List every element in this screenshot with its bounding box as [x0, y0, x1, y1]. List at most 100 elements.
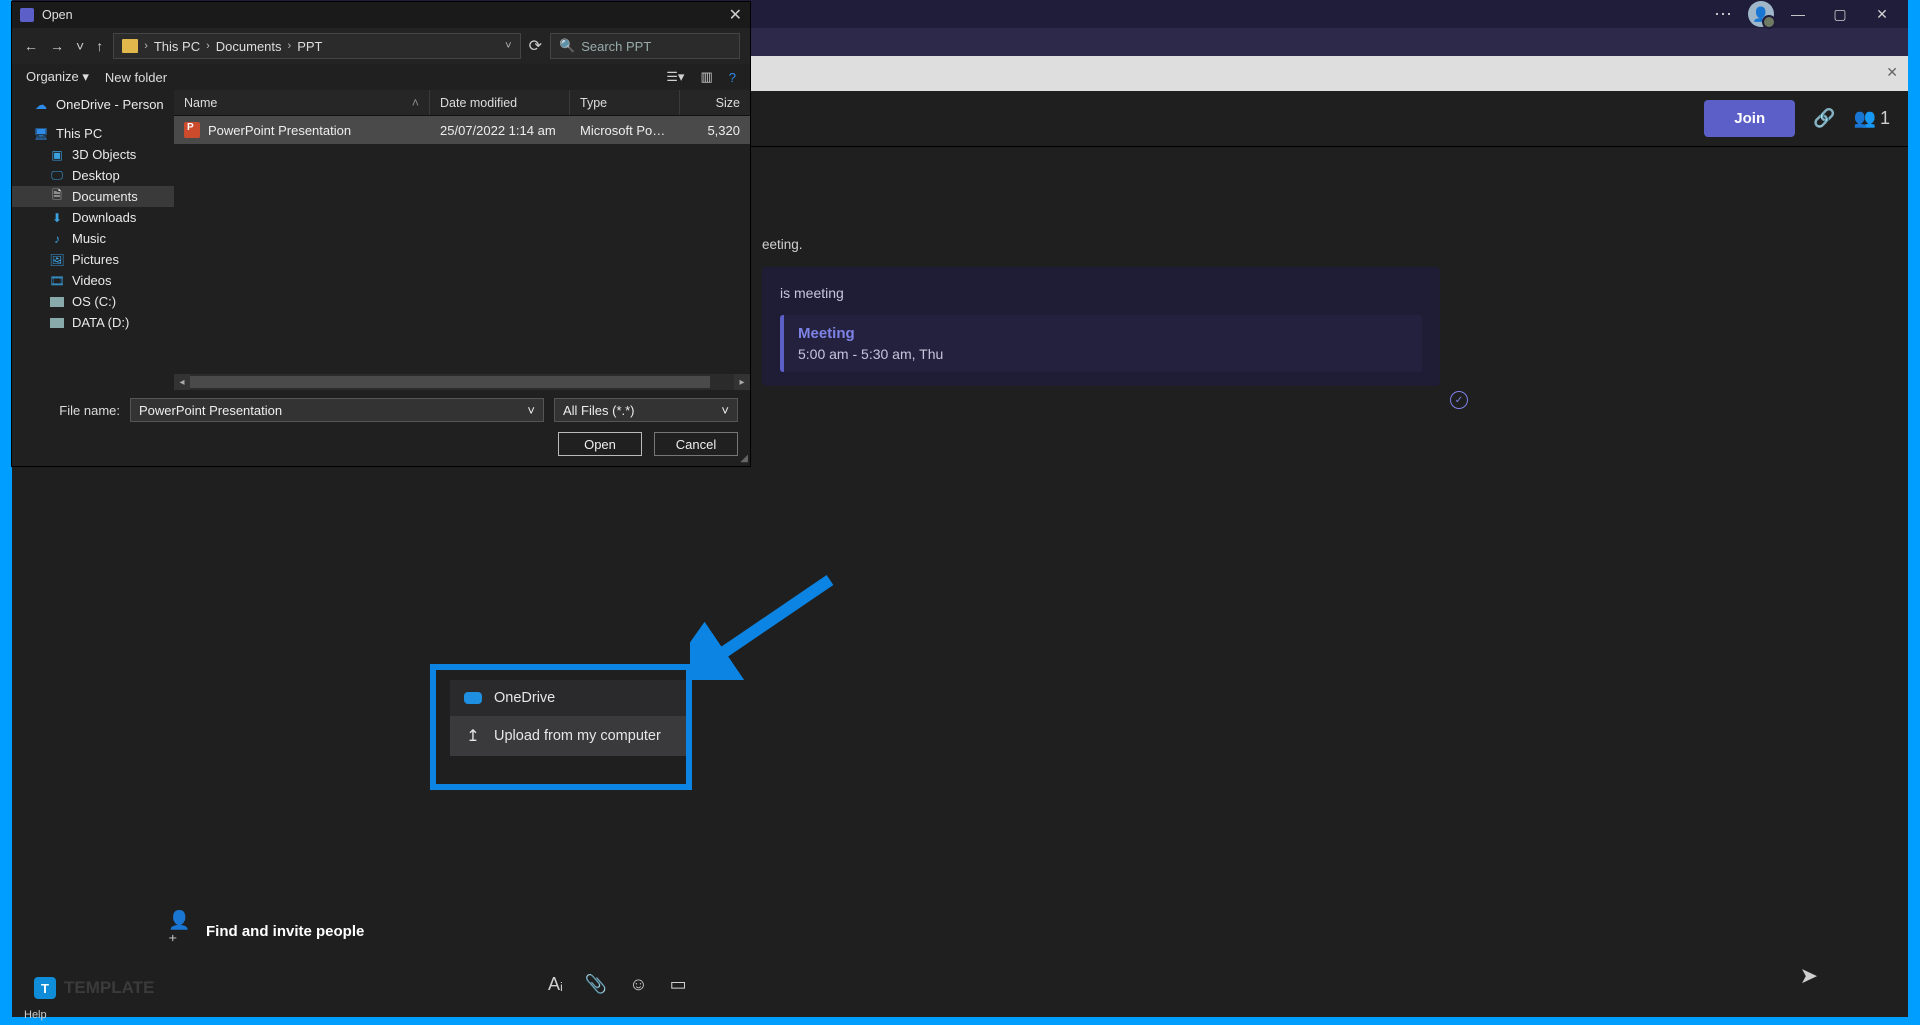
path-ppt[interactable]: PPT	[297, 39, 322, 54]
participants-icon[interactable]: 👥 1	[1854, 108, 1890, 129]
dialog-titlebar: Open ✕	[12, 2, 750, 28]
attach-onedrive-label: OneDrive	[494, 690, 555, 706]
emoji-icon[interactable]: ☺	[629, 974, 647, 995]
upload-icon: ↥	[464, 726, 482, 746]
downloads-icon: ⬇	[50, 211, 64, 225]
help-label[interactable]: Help	[24, 1009, 47, 1021]
nav-back-icon[interactable]: ←	[22, 38, 40, 54]
filetype-filter[interactable]: All Files (*.*)˅	[554, 398, 738, 422]
file-size-cell: 5,320	[680, 123, 750, 138]
columns-header[interactable]: Name˄ Date modified Type Size	[174, 90, 750, 116]
file-list: Name˄ Date modified Type Size PowerPoint…	[174, 90, 750, 390]
compose-area: 👤⁺ Find and invite people Aᵢ 📎 ☺ ▭	[168, 918, 1828, 997]
search-input[interactable]: 🔍 Search PPT	[550, 33, 740, 59]
sort-icon: ˄	[412, 96, 419, 110]
col-name[interactable]: Name˄	[174, 90, 430, 115]
meeting-card-inner[interactable]: Meeting 5:00 am - 5:30 am, Thu	[780, 315, 1422, 372]
desktop-icon: 🖵	[50, 169, 64, 183]
add-person-icon[interactable]: 👤⁺	[168, 918, 194, 944]
compose-box[interactable]	[168, 950, 1828, 976]
sidebar-item-osc[interactable]: OS (C:)	[12, 291, 174, 312]
dialog-sidebar: ☁OneDrive - Person 🖥This PC ▣3D Objects …	[12, 90, 174, 390]
newfolder-button[interactable]: New folder	[105, 70, 167, 85]
dialog-footer: File name: PowerPoint Presentation˅ All …	[12, 390, 750, 464]
avatar[interactable]: 👤	[1748, 1, 1774, 27]
chevron-down-icon[interactable]: ˅	[505, 40, 511, 52]
nav-recent-icon[interactable]: ˅	[74, 38, 86, 54]
breadcrumb[interactable]: › This PC › Documents › PPT ˅	[113, 33, 520, 59]
videos-icon: 🎞	[50, 274, 64, 288]
objects-icon: ▣	[50, 148, 64, 162]
invite-label: Find and invite people	[206, 923, 364, 940]
folder-icon	[122, 39, 138, 53]
copy-link-icon[interactable]: 🔗	[1813, 108, 1835, 129]
more-icon[interactable]: ⋯	[1714, 4, 1734, 25]
preview-pane-icon[interactable]: ▥	[700, 69, 712, 85]
file-row[interactable]: PowerPoint Presentation 25/07/2022 1:14 …	[174, 116, 750, 144]
col-modified[interactable]: Date modified	[430, 90, 570, 115]
help-icon[interactable]: ?	[729, 70, 736, 85]
sidebar-item-downloads[interactable]: ⬇Downloads	[12, 207, 174, 228]
sidebar-item-videos[interactable]: 🎞 Videos	[12, 270, 174, 291]
filename-label: File name:	[24, 403, 120, 418]
watermark-logo: T TEMPLATE	[34, 977, 154, 999]
attach-icon[interactable]: 📎	[585, 974, 607, 995]
scroll-right-icon[interactable]: ▸	[734, 374, 750, 390]
attach-upload-label: Upload from my computer	[494, 728, 661, 744]
resize-grip-icon[interactable]: ◢	[740, 453, 748, 464]
pc-icon: 🖥	[34, 127, 48, 141]
close-icon[interactable]: ✕	[1864, 2, 1900, 26]
join-button[interactable]: Join	[1704, 100, 1795, 137]
attach-onedrive-item[interactable]: OneDrive	[450, 680, 690, 716]
meeting-card-sub: is meeting	[780, 285, 1422, 301]
app-icon	[20, 8, 34, 22]
sidebar-item-desktop[interactable]: 🖵 Desktop	[12, 165, 174, 186]
sidebar-item-documents[interactable]: 🗎Documents	[12, 186, 174, 207]
file-type-cell: Microsoft PowerPo...	[570, 123, 680, 138]
sidebar-item-onedrive[interactable]: ☁OneDrive - Person	[12, 94, 174, 115]
filename-input[interactable]: PowerPoint Presentation˅	[130, 398, 544, 422]
format-icon[interactable]: Aᵢ	[548, 974, 563, 995]
banner-close-icon[interactable]: ✕	[1886, 64, 1898, 81]
cancel-button[interactable]: Cancel	[654, 432, 738, 456]
sidebar-item-pictures[interactable]: 🖼Pictures	[12, 249, 174, 270]
nav-up-icon[interactable]: ↑	[94, 38, 105, 54]
sidebar-item-3dobjects[interactable]: ▣ 3D Objects	[12, 144, 174, 165]
path-root[interactable]: This PC	[154, 39, 200, 54]
file-modified-cell: 25/07/2022 1:14 am	[430, 123, 570, 138]
organize-button[interactable]: Organize ▾	[26, 69, 89, 85]
send-icon[interactable]: ➤	[1800, 963, 1818, 989]
col-type[interactable]: Type	[570, 90, 680, 115]
path-documents[interactable]: Documents	[216, 39, 282, 54]
horizontal-scrollbar[interactable]: ◂ ▸	[174, 374, 750, 390]
sidebar-item-music[interactable]: ♪Music	[12, 228, 174, 249]
scroll-track[interactable]	[190, 376, 734, 388]
dialog-close-icon[interactable]: ✕	[729, 5, 742, 25]
refresh-icon[interactable]: ⟳	[529, 36, 542, 56]
file-name-cell: PowerPoint Presentation	[174, 122, 430, 138]
sidebar-item-thispc[interactable]: 🖥This PC	[12, 123, 174, 144]
maximize-icon[interactable]: ▢	[1822, 2, 1858, 26]
minimize-icon[interactable]: ―	[1780, 2, 1816, 26]
sb-label: Videos	[72, 273, 112, 288]
watermark-text: TEMPLATE	[64, 978, 154, 998]
view-icon[interactable]: ☰▾	[666, 69, 684, 85]
sb-label: Desktop	[72, 168, 120, 183]
chevron-down-icon[interactable]: ˅	[527, 403, 535, 418]
nav-forward-icon[interactable]: →	[48, 38, 66, 54]
scroll-thumb[interactable]	[190, 376, 710, 388]
attach-popup: OneDrive ↥ Upload from my computer	[450, 680, 690, 756]
attach-upload-item[interactable]: ↥ Upload from my computer	[450, 716, 690, 756]
dialog-nav: ← → ˅ ↑ › This PC › Documents › PPT ˅ ⟳ …	[12, 28, 750, 64]
sidebar-item-datad[interactable]: DATA (D:)	[12, 312, 174, 333]
col-size[interactable]: Size	[680, 90, 750, 115]
open-button[interactable]: Open	[558, 432, 642, 456]
chevron-down-icon[interactable]: ˅	[721, 403, 729, 418]
gif-icon[interactable]: ▭	[670, 974, 687, 995]
search-icon: 🔍	[559, 38, 575, 54]
scroll-left-icon[interactable]: ◂	[174, 374, 190, 390]
meeting-time: 5:00 am - 5:30 am, Thu	[798, 346, 1408, 362]
sb-label: 3D Objects	[72, 147, 136, 162]
cloud-icon: ☁	[34, 98, 48, 112]
seen-check-icon: ✓	[1450, 391, 1468, 409]
